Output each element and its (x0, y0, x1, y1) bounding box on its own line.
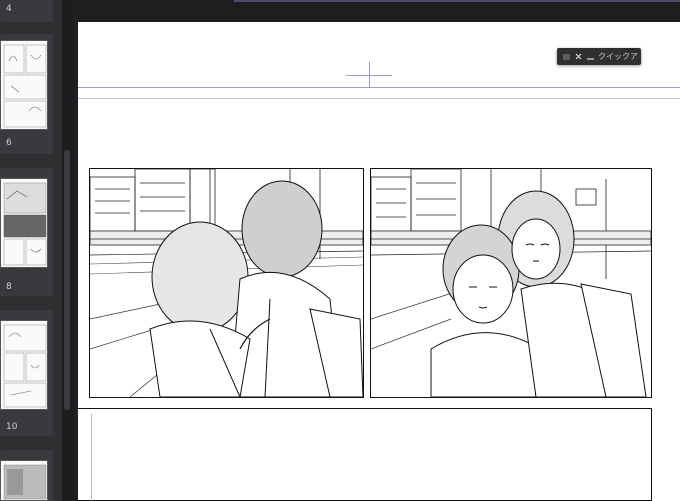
minimize-icon[interactable] (586, 48, 594, 65)
comic-panel-1[interactable] (89, 168, 364, 398)
page-item-10[interactable]: 10 (0, 310, 53, 436)
page-item-4[interactable]: 4 (0, 0, 53, 22)
page-number: 6 (6, 138, 12, 148)
canvas-top-bar (74, 0, 680, 22)
tab-accent-line (234, 0, 680, 2)
thumbnail-art (3, 324, 47, 408)
page-number: 8 (6, 282, 12, 292)
panel-artwork (371, 169, 651, 397)
manga-page-canvas[interactable] (78, 22, 680, 501)
thumbnail-art (3, 464, 47, 500)
page-number: 4 (6, 4, 12, 14)
page-list-sidebar: 4 6 8 10 (0, 0, 62, 501)
close-icon[interactable] (574, 48, 582, 65)
panel-artwork (90, 169, 363, 397)
page-thumbnail[interactable] (0, 40, 48, 130)
thumbnail-art (3, 182, 47, 266)
scrollbar-thumb[interactable] (64, 150, 70, 410)
thumbnail-art (3, 44, 47, 128)
page-thumbnail[interactable] (0, 178, 48, 268)
page-thumbnail[interactable] (0, 460, 48, 501)
page-item-6[interactable]: 6 (0, 34, 53, 154)
guide-line-horizontal (78, 98, 680, 99)
page-thumbnail[interactable] (0, 320, 48, 410)
comic-panel-2[interactable] (370, 168, 652, 398)
page-number: 10 (6, 422, 18, 432)
comic-panel-3[interactable] (78, 408, 652, 501)
menu-icon[interactable] (562, 48, 570, 65)
crop-mark-vertical (369, 62, 370, 88)
quick-access-palette[interactable]: クイックア (557, 48, 641, 65)
guide-line-vertical (91, 414, 92, 501)
page-list-scrollbar[interactable] (62, 0, 74, 501)
page-item-8[interactable]: 8 (0, 168, 53, 296)
page-item-next[interactable] (0, 450, 53, 501)
guide-line-horizontal (78, 87, 680, 88)
quick-access-title: クイックア (598, 52, 638, 61)
